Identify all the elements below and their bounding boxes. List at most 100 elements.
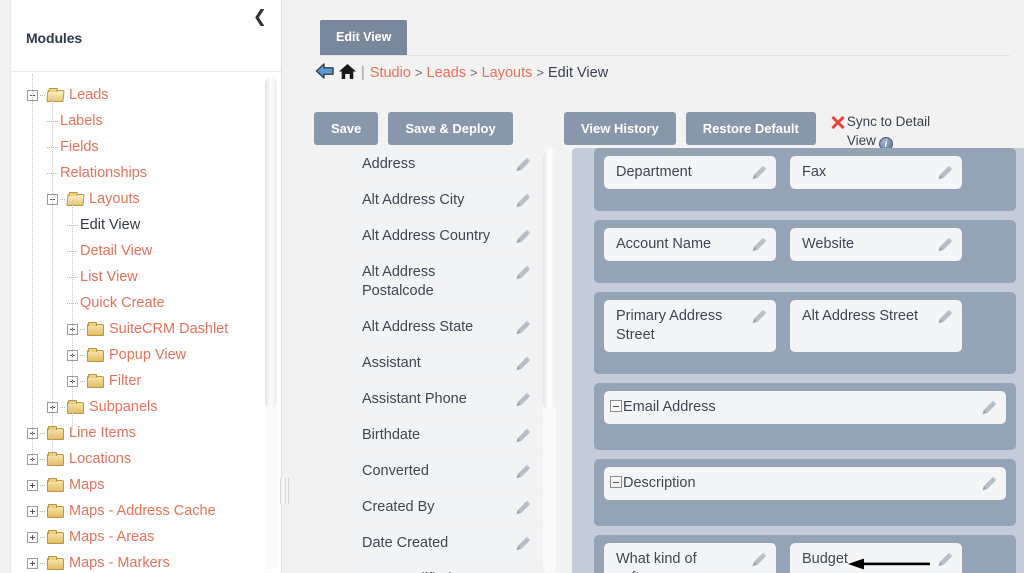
breadcrumb-item-layouts[interactable]: Layouts [482,65,533,81]
tree-node-label[interactable]: SuiteCRM Dashlet [109,321,228,337]
tree-node-label[interactable]: Detail View [80,243,152,259]
layout-field-cell[interactable]: Fax [790,156,962,189]
pencil-icon[interactable] [751,164,768,181]
expand-icon[interactable] [27,480,38,491]
tree-node-leads[interactable]: Leads [21,82,275,108]
restore-default-button[interactable]: Restore Default [686,112,816,145]
tree-node-edit-view[interactable]: Edit View [21,212,275,238]
pencil-icon[interactable] [751,308,768,325]
collapse-icon[interactable] [610,476,622,488]
layout-field-cell[interactable]: Department [604,156,776,189]
tree-node-label[interactable]: Maps - Address Cache [69,503,216,519]
layout-field-cell[interactable]: Primary Address Street [604,300,776,352]
layout-field-cell[interactable]: Website [790,228,962,261]
pencil-icon[interactable] [937,164,954,181]
tree-node-label[interactable]: Quick Create [80,295,165,311]
pencil-icon[interactable] [751,236,768,253]
sidebar-resize-grip[interactable] [280,478,289,504]
pencil-icon[interactable] [515,355,532,372]
save-and-deploy-button[interactable]: Save & Deploy [388,112,512,145]
field-list-item[interactable]: Address [350,148,540,181]
layout-row[interactable]: Description [594,459,1016,526]
tree-node-label[interactable]: Subpanels [89,399,158,415]
chevron-left-icon[interactable]: ❮ [253,9,267,26]
pencil-icon[interactable] [981,475,998,492]
field-list-item[interactable]: Converted [350,455,540,488]
tree-node-detail-view[interactable]: Detail View [21,238,275,264]
field-list-item[interactable]: Alt Address City [350,184,540,217]
layout-field-cell[interactable]: Description [604,467,1006,500]
pencil-icon[interactable] [937,308,954,325]
tree-node-label[interactable]: Labels [60,113,103,129]
tree-node-maps-areas[interactable]: Maps - Areas [21,524,275,550]
layout-field-cell[interactable]: What kind of software are you using? [604,543,776,573]
field-list-item[interactable]: Created By [350,491,540,524]
tree-node-list-view[interactable]: List View [21,264,275,290]
pencil-icon[interactable] [937,236,954,253]
expand-icon[interactable] [27,532,38,543]
tree-node-suitecrm-dashlet[interactable]: SuiteCRM Dashlet [21,316,275,342]
tree-node-popup-view[interactable]: Popup View [21,342,275,368]
tree-node-label[interactable]: Fields [60,139,99,155]
tree-node-fields[interactable]: Fields [21,134,275,160]
layout-row[interactable]: Email Address [594,383,1016,450]
breadcrumb-item-leads[interactable]: Leads [427,65,467,81]
tree-node-relationships[interactable]: Relationships [21,160,275,186]
home-icon[interactable] [338,62,357,85]
field-list-item[interactable]: Birthdate [350,419,540,452]
expand-icon[interactable] [27,506,38,517]
save-button[interactable]: Save [314,112,378,145]
pencil-icon[interactable] [515,156,532,173]
tree-node-subpanels[interactable]: Subpanels [21,394,275,420]
pencil-icon[interactable] [515,391,532,408]
tree-node-label[interactable]: Maps - Markers [69,555,170,571]
tree-node-labels[interactable]: Labels [21,108,275,134]
field-list-item[interactable]: Assistant [350,347,540,380]
field-list-item[interactable]: Alt Address State [350,311,540,344]
tree-node-label[interactable]: Maps - Areas [69,529,154,545]
tree-node-label[interactable]: Layouts [89,191,140,207]
layout-field-cell[interactable]: Email Address [604,391,1006,424]
expand-icon[interactable] [27,558,38,569]
tree-node-label[interactable]: List View [80,269,138,285]
pencil-icon[interactable] [515,319,532,336]
tree-node-layouts[interactable]: Layouts [21,186,275,212]
pencil-icon[interactable] [937,551,954,568]
pencil-icon[interactable] [515,427,532,444]
tree-node-maps-markers[interactable]: Maps - Markers [21,550,275,573]
pencil-icon[interactable] [515,228,532,245]
back-arrow-icon[interactable] [314,61,336,85]
pencil-icon[interactable] [515,192,532,209]
tab-edit-view[interactable]: Edit View [320,20,407,55]
field-list-item[interactable]: Alt Address Country [350,220,540,253]
tree-node-locations[interactable]: Locations [21,446,275,472]
collapse-icon[interactable] [610,400,622,412]
tree-node-label[interactable]: Edit View [80,217,140,233]
pencil-icon[interactable] [515,463,532,480]
tree-node-label[interactable]: Locations [69,451,131,467]
pencil-icon[interactable] [515,264,532,281]
tree-node-label[interactable]: Maps [69,477,104,493]
pencil-icon[interactable] [515,499,532,516]
layout-field-cell[interactable]: Account Name [604,228,776,261]
tree-node-label[interactable]: Filter [109,373,141,389]
field-list-item[interactable]: Alt Address Postalcode [350,256,540,308]
pencil-icon[interactable] [751,551,768,568]
layout-field-cell[interactable]: Alt Address Street [790,300,962,352]
layout-row[interactable]: Department Fax [594,148,1016,211]
layout-row[interactable]: Account Name Website [594,220,1016,283]
field-list-item[interactable]: Date Modified [350,563,540,573]
field-list-item[interactable]: Date Created [350,527,540,560]
tree-node-maps[interactable]: Maps [21,472,275,498]
sync-to-detail-view-toggle[interactable]: Sync to Detail Viewi [829,112,951,151]
tree-node-label[interactable]: Popup View [109,347,186,363]
tree-node-label[interactable]: Relationships [60,165,147,181]
pencil-icon[interactable] [515,535,532,552]
tree-node-filter[interactable]: Filter [21,368,275,394]
view-history-button[interactable]: View History [564,112,676,145]
tree-node-label[interactable]: Leads [69,87,109,103]
layout-row[interactable]: What kind of software are you using?Budg… [594,535,1016,573]
tree-node-maps-address-cache[interactable]: Maps - Address Cache [21,498,275,524]
sidebar-scrollbar-thumb[interactable] [265,78,277,408]
field-list-item[interactable]: Assistant Phone [350,383,540,416]
